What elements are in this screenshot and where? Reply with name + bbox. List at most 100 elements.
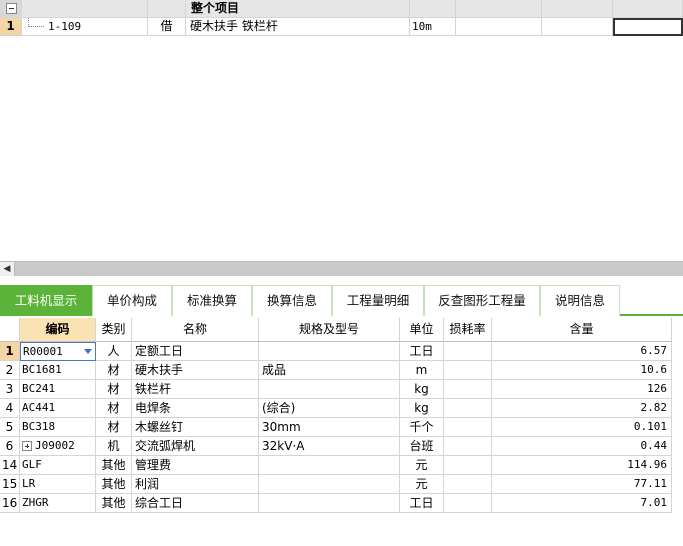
material-loss-rate[interactable] <box>444 380 492 399</box>
top-row-unit[interactable]: 10m <box>410 18 456 36</box>
material-category[interactable]: 人 <box>96 342 132 361</box>
material-code[interactable]: ZHGR <box>20 494 96 513</box>
tab-material-machine[interactable]: 工料机显示 <box>0 285 92 316</box>
material-name[interactable]: 交流弧焊机 <box>132 437 259 456</box>
scroll-left-icon[interactable]: ◀ <box>0 262 15 276</box>
project-title[interactable]: 整个项目 <box>186 0 410 18</box>
material-amount[interactable]: 2.82 <box>492 399 672 418</box>
material-unit[interactable]: 千个 <box>400 418 444 437</box>
material-category[interactable]: 其他 <box>96 456 132 475</box>
material-code[interactable]: BC1681 <box>20 361 96 380</box>
table-row[interactable]: 6 J09002 机交流弧焊机 32kV·A 台班 0.44 <box>0 437 683 456</box>
header-loss[interactable]: 损耗率 <box>444 318 492 342</box>
material-unit[interactable]: 台班 <box>400 437 444 456</box>
material-code[interactable]: AC441 <box>20 399 96 418</box>
material-name[interactable]: 综合工日 <box>132 494 259 513</box>
material-spec[interactable]: 32kV·A <box>259 437 400 456</box>
row-index[interactable]: 3 <box>0 380 20 399</box>
material-spec[interactable] <box>259 475 400 494</box>
row-index[interactable]: 6 <box>0 437 20 456</box>
material-unit[interactable]: kg <box>400 399 444 418</box>
material-category[interactable]: 材 <box>96 399 132 418</box>
top-row-number[interactable]: 1 <box>0 18 22 36</box>
material-amount[interactable]: 126 <box>492 380 672 399</box>
material-category[interactable]: 机 <box>96 437 132 456</box>
material-spec[interactable] <box>259 456 400 475</box>
material-loss-rate[interactable] <box>444 418 492 437</box>
material-code[interactable]: R00001 <box>20 342 96 361</box>
material-code[interactable]: BC241 <box>20 380 96 399</box>
header-name[interactable]: 名称 <box>132 318 259 342</box>
top-row-code-cell[interactable]: 1-109 <box>22 18 148 36</box>
header-code[interactable]: 编码 <box>20 318 96 342</box>
row-index[interactable]: 1 <box>0 342 20 361</box>
top-row-type[interactable]: 借 <box>148 18 186 36</box>
material-name[interactable]: 木螺丝钉 <box>132 418 259 437</box>
material-amount[interactable]: 7.01 <box>492 494 672 513</box>
row-index[interactable]: 14 <box>0 456 20 475</box>
table-row[interactable]: 2 BC1681 材硬木扶手 成品 m 10.6 <box>0 361 683 380</box>
material-category[interactable]: 其他 <box>96 475 132 494</box>
top-grid-row[interactable]: 1 1-109 借 硬木扶手 铁栏杆 10m <box>0 18 683 36</box>
material-unit[interactable]: 工日 <box>400 342 444 361</box>
material-amount[interactable]: 0.44 <box>492 437 672 456</box>
table-row[interactable]: 4 AC441 材电焊条 (综合) kg 2.82 <box>0 399 683 418</box>
material-code[interactable]: BC318 <box>20 418 96 437</box>
top-row-col7[interactable] <box>542 18 613 36</box>
material-category[interactable]: 材 <box>96 380 132 399</box>
material-name[interactable]: 管理费 <box>132 456 259 475</box>
row-index[interactable]: 2 <box>0 361 20 380</box>
material-category[interactable]: 材 <box>96 361 132 380</box>
table-row[interactable]: 3 BC241 材铁栏杆 kg 126 <box>0 380 683 399</box>
row-index[interactable]: 16 <box>0 494 20 513</box>
material-name[interactable]: 硬木扶手 <box>132 361 259 380</box>
material-spec[interactable] <box>259 380 400 399</box>
material-amount[interactable]: 114.96 <box>492 456 672 475</box>
material-spec[interactable]: 成品 <box>259 361 400 380</box>
top-row-col6[interactable] <box>456 18 542 36</box>
table-row[interactable]: 16 ZHGR 其他 综合工日 工日 7.01 <box>0 494 683 513</box>
top-row-selected-cell[interactable] <box>613 18 683 36</box>
table-row[interactable]: 1 R00001 人定额工日 工日 6.57 <box>0 342 683 361</box>
header-spec[interactable]: 规格及型号 <box>259 318 400 342</box>
material-loss-rate[interactable] <box>444 437 492 456</box>
material-loss-rate[interactable] <box>444 361 492 380</box>
expand-icon[interactable] <box>22 441 32 451</box>
material-code[interactable]: GLF <box>20 456 96 475</box>
tab-graphic-quantity[interactable]: 反查图形工程量 <box>424 285 540 316</box>
header-amount[interactable]: 含量 <box>492 318 672 342</box>
top-row-name[interactable]: 硬木扶手 铁栏杆 <box>186 18 410 36</box>
horizontal-scrollbar[interactable]: ◀ <box>0 261 683 276</box>
material-name[interactable]: 铁栏杆 <box>132 380 259 399</box>
material-unit[interactable]: m <box>400 361 444 380</box>
material-spec[interactable]: (综合) <box>259 399 400 418</box>
material-unit[interactable]: 元 <box>400 475 444 494</box>
material-unit[interactable]: 元 <box>400 456 444 475</box>
material-unit[interactable]: 工日 <box>400 494 444 513</box>
tab-standard-conversion[interactable]: 标准换算 <box>172 285 252 316</box>
material-loss-rate[interactable] <box>444 475 492 494</box>
material-code[interactable]: LR <box>20 475 96 494</box>
dropdown-arrow-icon[interactable] <box>84 349 92 354</box>
material-amount[interactable]: 77.11 <box>492 475 672 494</box>
row-index[interactable]: 4 <box>0 399 20 418</box>
material-loss-rate[interactable] <box>444 456 492 475</box>
row-index[interactable]: 5 <box>0 418 20 437</box>
table-row[interactable]: 15 LR 其他 利润 元 77.11 <box>0 475 683 494</box>
table-row[interactable]: 14 GLF 其他 管理费 元 114.96 <box>0 456 683 475</box>
material-amount[interactable]: 0.101 <box>492 418 672 437</box>
table-row[interactable]: 5 BC318 材木螺丝钉 30mm 千个 0.101 <box>0 418 683 437</box>
material-unit[interactable]: kg <box>400 380 444 399</box>
material-loss-rate[interactable] <box>444 494 492 513</box>
tab-quantity-detail[interactable]: 工程量明细 <box>332 285 424 316</box>
material-category[interactable]: 材 <box>96 418 132 437</box>
header-unit[interactable]: 单位 <box>400 318 444 342</box>
row-index[interactable]: 15 <box>0 475 20 494</box>
material-spec[interactable] <box>259 342 400 361</box>
material-loss-rate[interactable] <box>444 399 492 418</box>
header-category[interactable]: 类别 <box>96 318 132 342</box>
tab-description[interactable]: 说明信息 <box>540 285 620 316</box>
tab-conversion-info[interactable]: 换算信息 <box>252 285 332 316</box>
material-spec[interactable] <box>259 494 400 513</box>
tab-unit-price[interactable]: 单价构成 <box>92 285 172 316</box>
